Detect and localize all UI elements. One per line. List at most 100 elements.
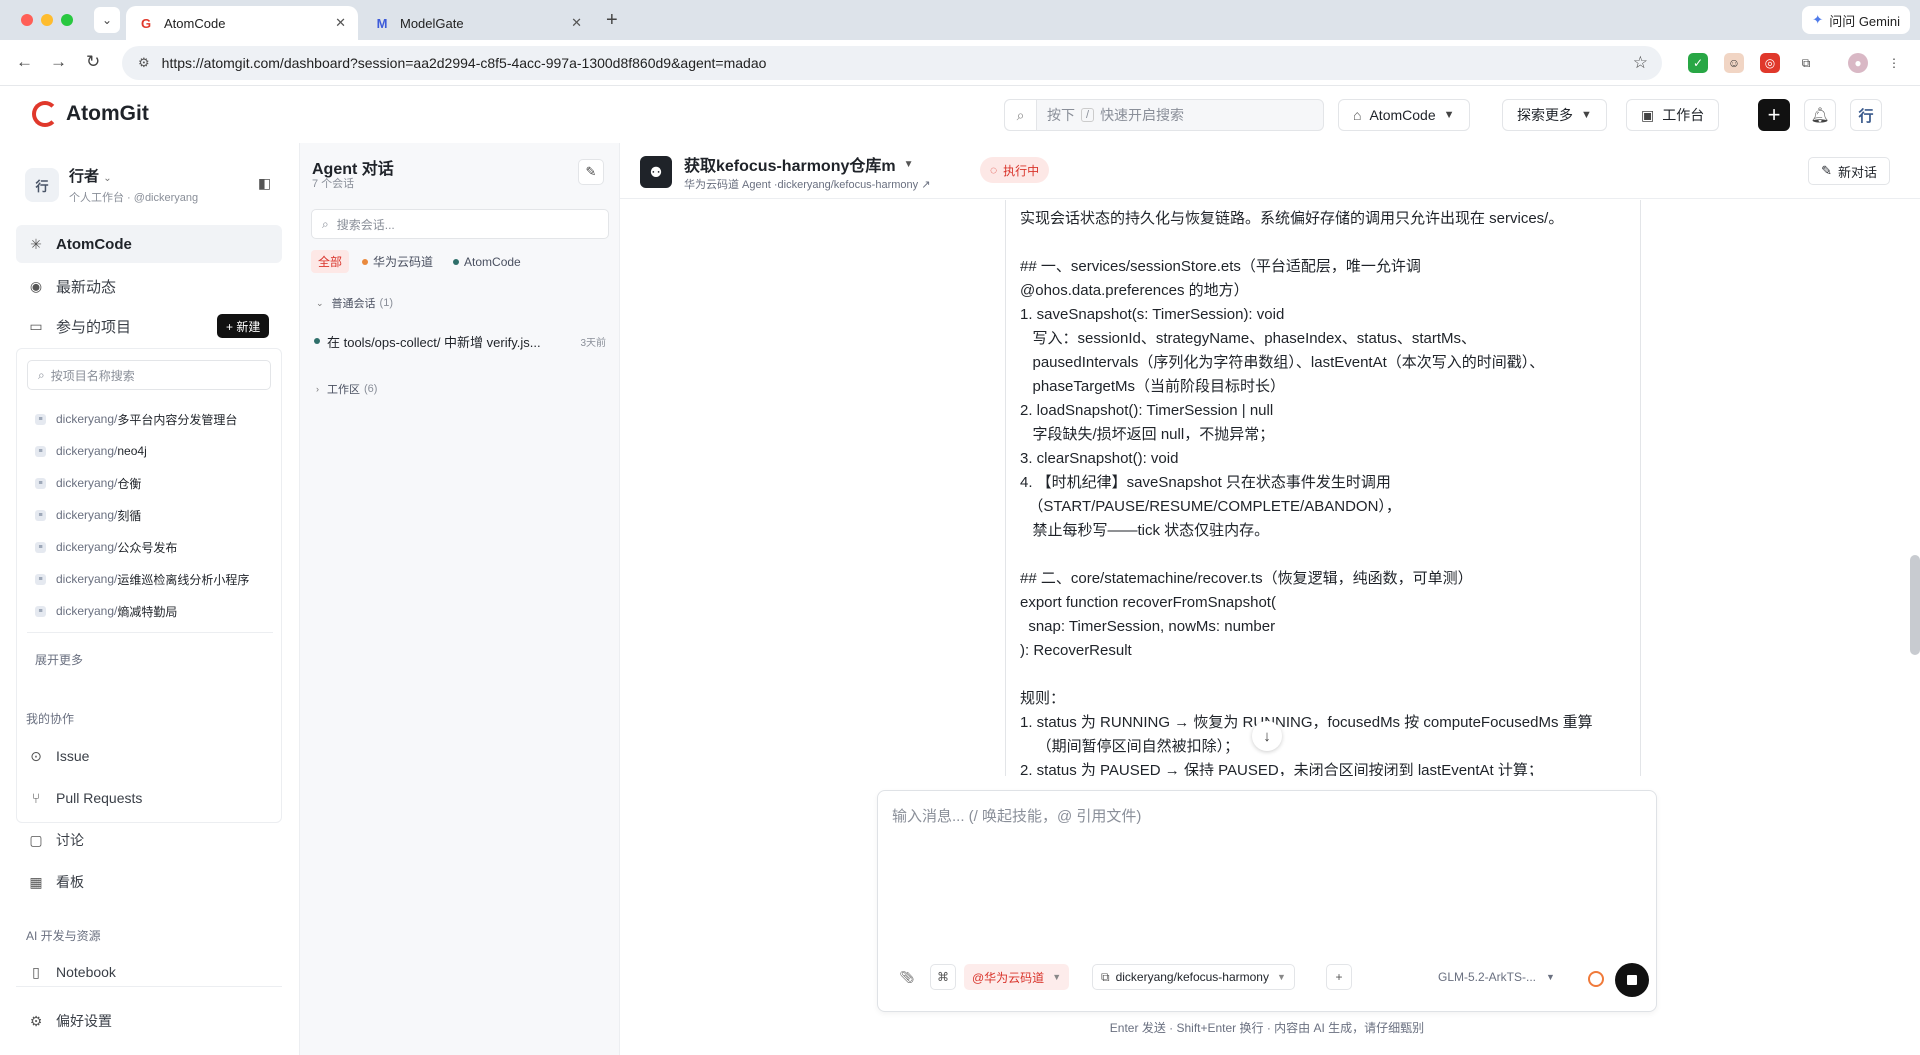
close-tab-icon[interactable]: ✕ xyxy=(335,15,346,31)
sidebar-item-issue[interactable]: ⊙ Issue xyxy=(16,739,282,773)
repo-selector[interactable]: ⧉ dickeryang/kefocus-harmony ▼ xyxy=(1092,964,1295,990)
conversation-item[interactable]: 在 tools/ops-collect/ 中新增 verify.js... 3天… xyxy=(314,329,606,353)
section-ai-heading: AI 开发与资源 xyxy=(26,929,101,943)
message-area[interactable]: 实现会话状态的持久化与恢复链路。系统偏好存储的调用只允许出现在 services… xyxy=(620,200,1920,776)
project-item[interactable]: ≡ dickeryang/公众号发布 xyxy=(35,537,177,557)
project-item[interactable]: ≡ dickeryang/刻循 xyxy=(35,505,141,525)
collapse-sidebar-icon[interactable]: ◧ xyxy=(258,175,271,192)
attach-button[interactable]: 📎︎ xyxy=(894,964,920,990)
chevron-down-icon: ⌄ xyxy=(101,13,113,27)
new-tab-button[interactable]: + xyxy=(606,9,618,32)
global-search-input[interactable]: ⌕ 按下 / 快速开启搜索 xyxy=(1004,99,1324,131)
profile-extension-icon[interactable]: ☺ xyxy=(1724,53,1744,73)
project-item[interactable]: ≡ dickeryang/运维巡检离线分析小程序 xyxy=(35,569,249,589)
add-context-button[interactable]: + xyxy=(1326,964,1352,990)
project-item[interactable]: ≡ dickeryang/neo4j xyxy=(35,441,147,461)
browser-tab-atomcode[interactable]: G AtomCode ✕ xyxy=(126,6,358,40)
chat-main: ⚉ 获取kefocus-harmony仓库m ▼ 华为云码道 Agent ·di… xyxy=(620,143,1920,1055)
sidebar-item-pull-requests[interactable]: ⑂ Pull Requests xyxy=(16,781,282,815)
user-avatar[interactable]: 行 xyxy=(1850,99,1882,131)
message-line: 3. clearSnapshot(): void xyxy=(1020,450,1179,467)
conversation-filters: 全部 华为云码道 AtomCode xyxy=(311,250,528,273)
expand-more-link[interactable]: 展开更多 xyxy=(35,651,83,668)
new-chat-button[interactable]: ✎ 新对话 xyxy=(1808,157,1890,185)
new-project-button[interactable]: + 新建 xyxy=(217,314,270,338)
explore-more-dropdown[interactable]: 探索更多 ▼ xyxy=(1502,99,1607,131)
chevron-down-icon: ▼ xyxy=(1581,109,1592,121)
workbench-button[interactable]: ▣ 工作台 xyxy=(1626,99,1720,131)
message-line: （START/PAUSE/RESUME/COMPLETE/ABANDON）， xyxy=(1020,498,1401,515)
profile-avatar-icon[interactable]: ● xyxy=(1848,53,1868,73)
scroll-to-bottom-button[interactable]: ↓ xyxy=(1252,721,1282,751)
puzzle-extensions-icon[interactable]: ⧉ xyxy=(1796,53,1816,73)
create-button[interactable]: + xyxy=(1758,99,1790,131)
sidebar-item-atomcode[interactable]: ✳ AtomCode xyxy=(16,225,282,263)
chat-bubble-icon: ▢ xyxy=(29,831,43,848)
sidebar-item-kanban[interactable]: ▦ 看板 xyxy=(16,865,282,899)
conversation-search-input[interactable]: ⌕ 搜索会话... xyxy=(311,209,609,239)
chevron-down-icon: ▼ xyxy=(1276,972,1286,982)
gemini-button[interactable]: ✦ 问问 Gemini xyxy=(1802,6,1910,34)
repo-icon: ≡ xyxy=(35,477,46,489)
message-line: 字段缺失/损坏返回 null，不抛异常； xyxy=(1020,426,1275,443)
robot-icon: ⚉ xyxy=(640,156,672,188)
reload-icon[interactable]: ↻ xyxy=(86,52,100,72)
forward-arrow-icon[interactable]: → xyxy=(50,52,67,72)
red-extension-icon[interactable]: ◎ xyxy=(1760,53,1780,73)
chat-title[interactable]: 获取kefocus-harmony仓库m ▼ xyxy=(684,152,914,176)
project-search-input[interactable]: ⌕ 按项目名称搜索 xyxy=(27,360,271,390)
status-dot xyxy=(314,338,320,344)
new-conversation-button[interactable]: ✎ xyxy=(578,159,604,185)
message-line: 2. status 为 PAUSED → 保持 PAUSED，未闭合区间按闭到 … xyxy=(1020,762,1543,776)
minimize-window-button[interactable] xyxy=(41,14,53,26)
filter-huawei[interactable]: 华为云码道 xyxy=(355,250,440,273)
tab-search-button[interactable]: ⌄ xyxy=(94,7,120,33)
close-tab-icon[interactable]: ✕ xyxy=(571,15,582,31)
project-item[interactable]: ≡ dickeryang/熵减特勤局 xyxy=(35,601,177,621)
scrollbar[interactable] xyxy=(1910,555,1920,655)
project-item[interactable]: ≡ dickeryang/仓衡 xyxy=(35,473,141,493)
sidebar-item-discussions[interactable]: ▢ 讨论 xyxy=(16,823,282,857)
message-composer[interactable]: 输入消息... (/ 唤起技能，@ 引用文件) 📎︎ ⌘ @华为云码道 ▼ ⧉ … xyxy=(877,790,1657,1012)
message-line: ## 二、core/statemachine/recover.ts（恢复逻辑，纯… xyxy=(1020,570,1473,587)
message-line: ): RecoverResult xyxy=(1020,642,1132,659)
gemini-sparkle-icon: ✦ xyxy=(1812,12,1824,27)
model-selector[interactable]: GLM-5.2-ArkTS-... ▼ xyxy=(1438,964,1555,990)
group-normal-conversations[interactable]: ⌄ 普通会话 (1) xyxy=(316,295,393,311)
stop-button[interactable] xyxy=(1615,963,1649,997)
agent-selector[interactable]: @华为云码道 ▼ xyxy=(964,964,1070,990)
message-input[interactable]: 输入消息... (/ 唤起技能，@ 引用文件) xyxy=(892,805,1141,826)
project-item[interactable]: ≡ dickeryang/多平台内容分发管理台 xyxy=(35,409,237,429)
message-line: 规则： xyxy=(1020,690,1066,707)
command-button[interactable]: ⌘ xyxy=(930,964,956,990)
close-window-button[interactable] xyxy=(21,14,33,26)
sidebar-item-settings[interactable]: ⚙ 偏好设置 xyxy=(16,1004,282,1038)
atomcode-dropdown[interactable]: ⌂ AtomCode ▼ xyxy=(1338,99,1470,131)
filter-atomcode[interactable]: AtomCode xyxy=(446,252,528,272)
conversations-count: 7 个会话 xyxy=(312,178,355,190)
message-line: export function recoverFromSnapshot( xyxy=(1020,594,1276,611)
bell-icon: 🔔︎ xyxy=(1810,107,1830,124)
browser-menu-icon[interactable]: ⋮ xyxy=(1884,53,1904,73)
site-settings-icon[interactable]: ⚙ xyxy=(138,55,150,71)
sidebar-item-activity[interactable]: ◉ 最新动态 xyxy=(16,267,282,305)
issue-icon: ⊙ xyxy=(30,747,42,764)
back-arrow-icon[interactable]: ← xyxy=(16,52,33,72)
modelgate-favicon-icon: M xyxy=(376,15,388,31)
bookmark-star-icon[interactable]: ☆ xyxy=(1633,53,1648,73)
sidebar-item-notebook[interactable]: ▯ Notebook xyxy=(16,955,282,989)
notifications-button[interactable]: 🔔︎ xyxy=(1804,99,1836,131)
browser-tab-modelgate[interactable]: M ModelGate ✕ xyxy=(362,6,594,40)
atomgit-logo[interactable]: AtomGit xyxy=(32,101,149,127)
shield-extension-icon[interactable]: ✓ xyxy=(1688,53,1708,73)
search-icon: ⌕ xyxy=(38,367,45,382)
left-sidebar: 行 行者 ⌄ 个人工作台 · @dickeryang ◧ ✳ AtomCode … xyxy=(0,143,300,1055)
workspace-switcher[interactable]: 行 行者 ⌄ 个人工作台 · @dickeryang xyxy=(25,165,198,205)
url-bar[interactable]: ⚙ https://atomgit.com/dashboard?session=… xyxy=(122,46,1662,80)
filter-all[interactable]: 全部 xyxy=(311,250,350,273)
maximize-window-button[interactable] xyxy=(61,14,73,26)
workspace-avatar: 行 xyxy=(25,168,59,202)
repo-icon: ≡ xyxy=(35,445,46,457)
chat-subtitle-link[interactable]: 华为云码道 Agent ·dickeryang/kefocus-harmony … xyxy=(684,176,930,192)
group-workspace[interactable]: › 工作区 (6) xyxy=(316,381,377,397)
